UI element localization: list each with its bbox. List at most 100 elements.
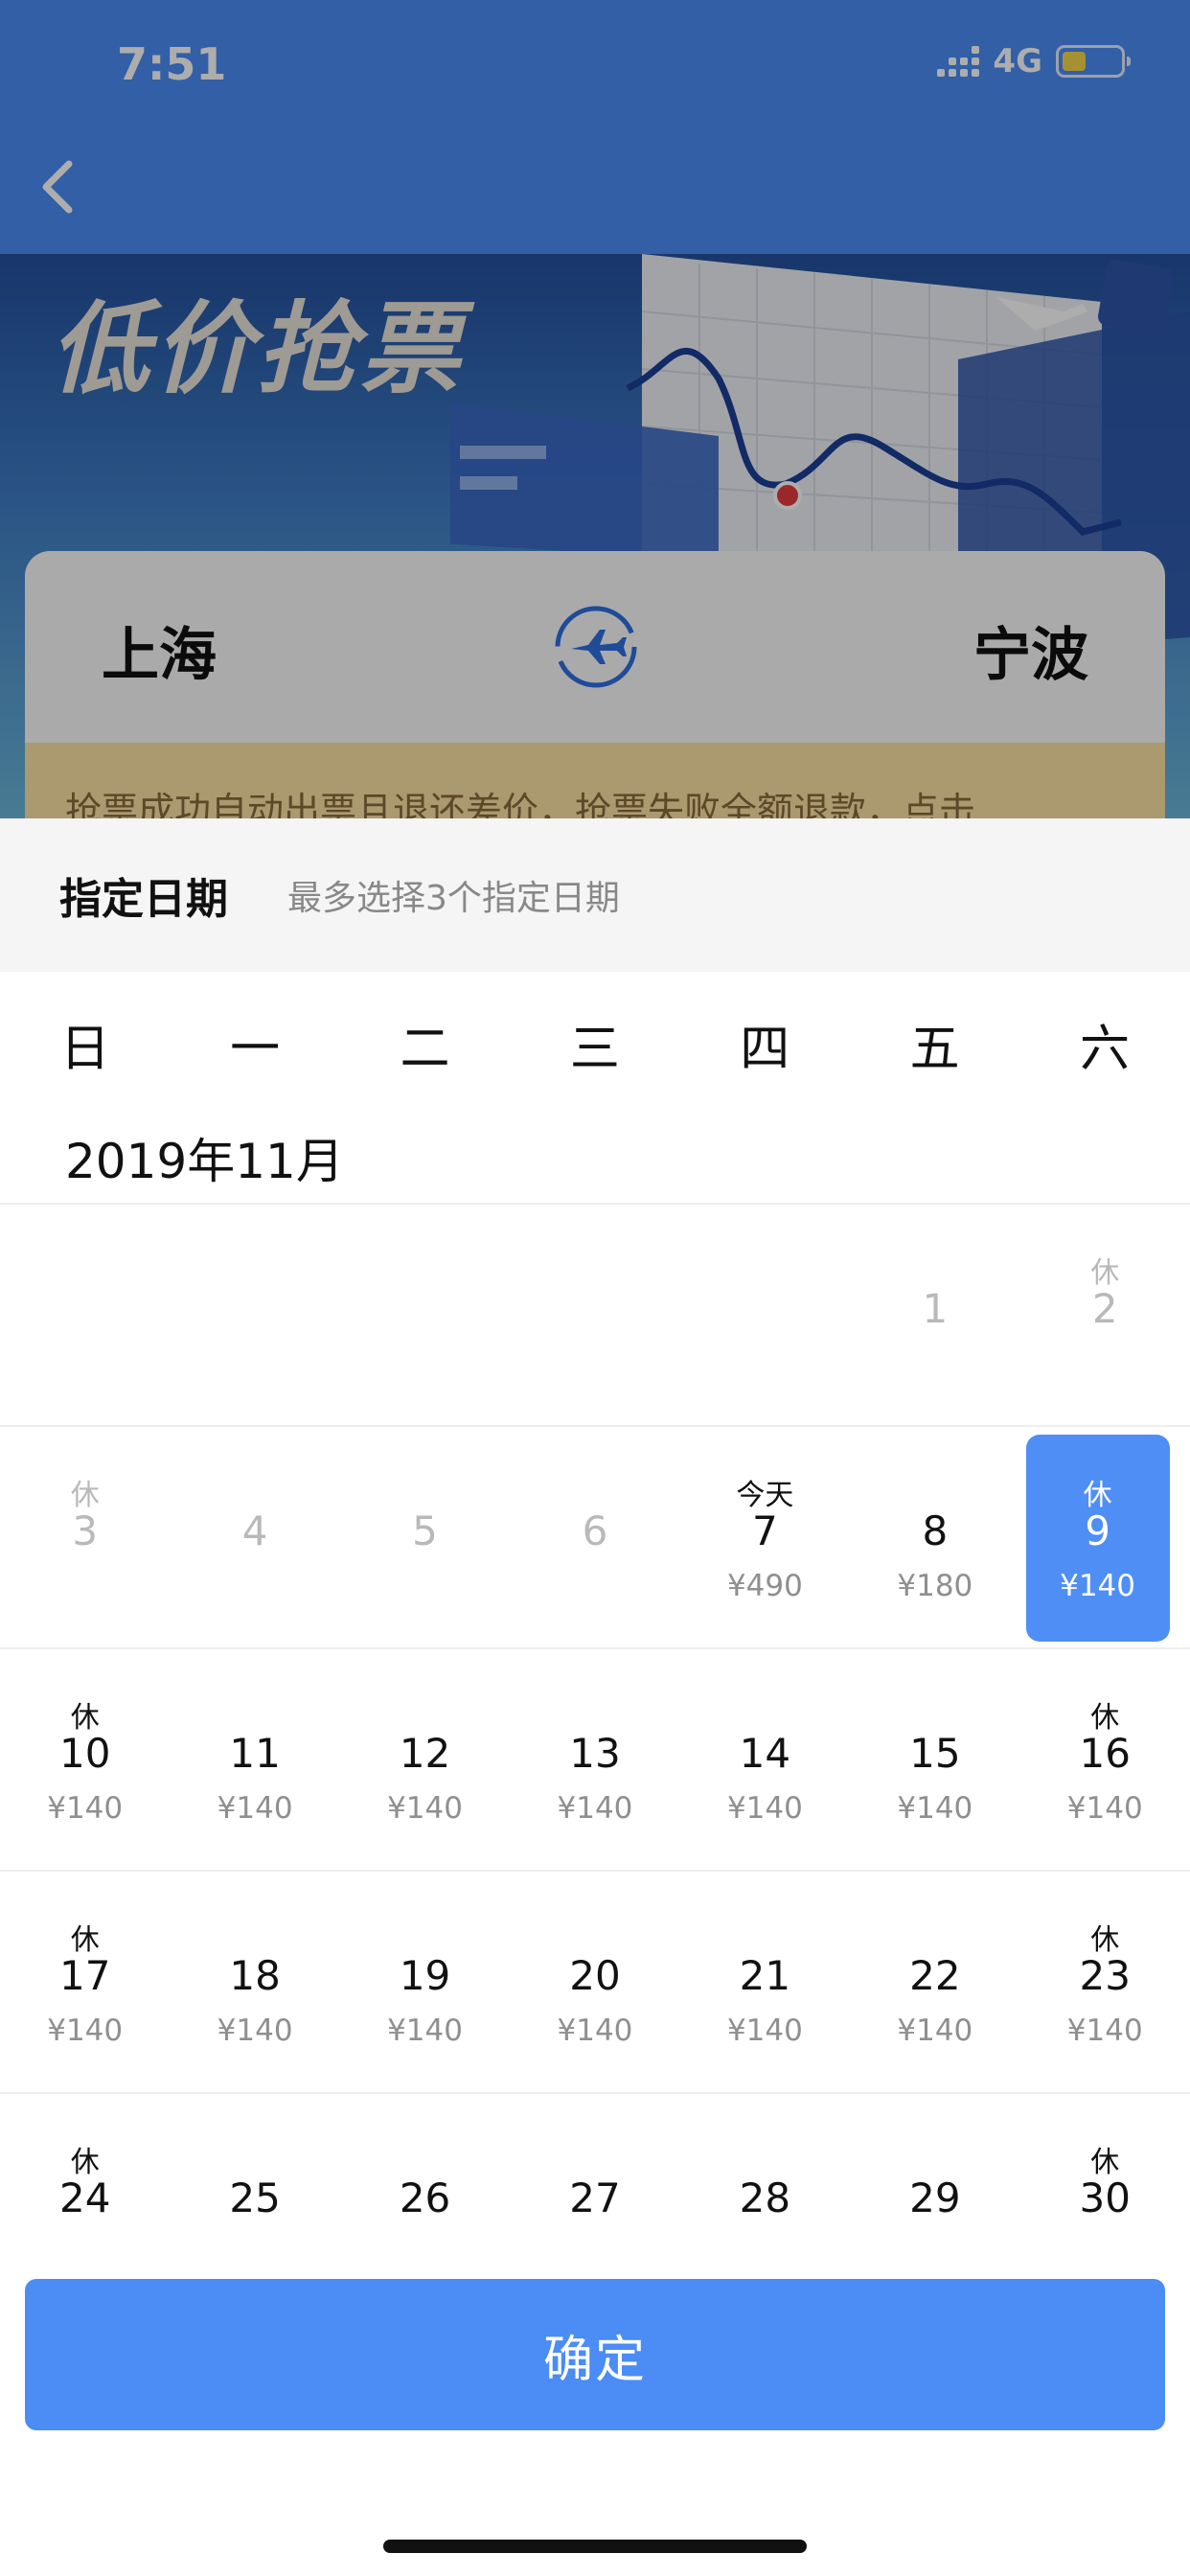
day-cell-body: 13 ¥140 xyxy=(510,1649,679,1872)
day-number: 17 xyxy=(58,1952,111,1999)
day-number: 19 xyxy=(399,1952,451,1999)
day-number: 20 xyxy=(569,1952,621,1999)
confirm-button[interactable]: 确定 xyxy=(25,2279,1165,2430)
calendar-grid: 1 休 2 休 3 4 5 6 今天 7 ¥490 8 ¥180 休 9 ¥140 休 10 ¥140 11 ¥140 1… xyxy=(0,1203,1190,2241)
day-cell-body: 休 16 ¥140 xyxy=(1020,1649,1190,1872)
calendar-day[interactable]: 15 ¥140 xyxy=(850,1649,1019,1872)
day-number: 10 xyxy=(58,1730,111,1777)
day-price: ¥490 xyxy=(726,1569,803,1603)
calendar-day[interactable]: 22 ¥140 xyxy=(850,1872,1019,2094)
calendar-day[interactable]: 12 ¥140 xyxy=(340,1649,510,1872)
day-cell-body: 休24¥140 xyxy=(0,2094,170,2241)
day-number: 4 xyxy=(241,1507,268,1554)
weekday-header: 日 一 二 三 四 五 六 xyxy=(0,972,1190,1116)
weekday-label: 六 xyxy=(1080,1020,1131,1078)
calendar-day[interactable]: 19 ¥140 xyxy=(340,1872,510,2094)
day-price: ¥140 xyxy=(217,1791,293,1826)
modal-overlay[interactable] xyxy=(0,0,1190,818)
day-cell-body: 6 xyxy=(510,1427,679,1649)
day-price: ¥140 xyxy=(47,2013,124,2048)
calendar-day[interactable]: 休30¥140 xyxy=(1020,2094,1190,2241)
calendar-week-row: 1 休2 xyxy=(0,1205,1190,1427)
day-number: 18 xyxy=(229,1952,281,1999)
day-cell-body: 8 ¥180 xyxy=(850,1427,1019,1649)
date-picker-title: 指定日期 xyxy=(59,875,228,924)
day-number: 29 xyxy=(909,2174,961,2221)
calendar-day: 4 xyxy=(170,1427,339,1649)
calendar-day[interactable]: 休 23 ¥140 xyxy=(1020,1872,1190,2094)
weekday-label: 日 xyxy=(59,1020,110,1078)
day-cell-body: 15 ¥140 xyxy=(850,1649,1019,1872)
day-number: 24 xyxy=(58,2174,111,2221)
calendar-week-row: 休 10 ¥140 11 ¥140 12 ¥140 13 ¥140 14 ¥140 15 ¥140 休 16… xyxy=(0,1649,1190,1872)
calendar-day: 1 xyxy=(850,1205,1019,1427)
day-number: 27 xyxy=(569,2174,621,2221)
calendar-day: 5 xyxy=(340,1427,510,1649)
weekday-label: 五 xyxy=(909,1020,960,1078)
day-number: 28 xyxy=(739,2174,791,2221)
calendar-day[interactable]: 21 ¥140 xyxy=(680,1872,850,2094)
day-cell-body: 4 xyxy=(170,1427,339,1649)
calendar-day: 休2 xyxy=(1020,1205,1190,1427)
day-number: 16 xyxy=(1079,1730,1131,1777)
calendar-week-row: 休 3 4 5 6 今天 7 ¥490 8 ¥180 休 9 ¥140 xyxy=(0,1427,1190,1649)
day-cell-body: 休 23 ¥140 xyxy=(1020,1872,1190,2094)
calendar-day[interactable]: 休 16 ¥140 xyxy=(1020,1649,1190,1872)
calendar-day[interactable]: 今天 7 ¥490 xyxy=(680,1427,850,1649)
day-cell-body: 休 17 ¥140 xyxy=(0,1872,170,2094)
day-price: ¥140 xyxy=(897,2013,973,2048)
day-cell-body: 11 ¥140 xyxy=(170,1649,339,1872)
day-cell-body: 26¥140 xyxy=(340,2094,510,2241)
day-cell-body: 休 9 ¥140 xyxy=(1025,1435,1170,1642)
day-cell-body: 21 ¥140 xyxy=(680,1872,850,2094)
day-number: 7 xyxy=(752,1507,778,1554)
date-picker-hint: 最多选择3个指定日期 xyxy=(287,879,620,918)
calendar-day-selected[interactable]: 休 9 ¥140 xyxy=(1020,1427,1190,1649)
day-number: 15 xyxy=(909,1730,961,1777)
day-cell-body: 25¥140 xyxy=(170,2094,339,2241)
day-price: ¥140 xyxy=(1066,1791,1143,1826)
calendar-day[interactable]: 14 ¥140 xyxy=(680,1649,850,1872)
calendar-day[interactable]: 28¥140 xyxy=(680,2094,850,2241)
calendar-day[interactable]: 26¥140 xyxy=(340,2094,510,2241)
date-picker-header: 指定日期 最多选择3个指定日期 xyxy=(0,818,1190,972)
day-number: 12 xyxy=(399,1730,451,1777)
calendar-day: 休3 xyxy=(0,1427,170,1649)
day-number: 25 xyxy=(229,2174,281,2221)
day-cell-body: 20 ¥140 xyxy=(510,1872,679,2094)
day-cell-body: 22 ¥140 xyxy=(850,1872,1019,2094)
day-cell-body: 29¥140 xyxy=(850,2094,1019,2241)
day-price: ¥140 xyxy=(387,1791,463,1826)
day-cell-body: 休3 xyxy=(0,1427,170,1649)
day-number: 3 xyxy=(72,1507,99,1554)
calendar-day[interactable]: 29¥140 xyxy=(850,2094,1019,2241)
day-number: 22 xyxy=(909,1952,961,1999)
day-cell-body: 12 ¥140 xyxy=(340,1649,510,1872)
calendar-day[interactable]: 休 10 ¥140 xyxy=(0,1649,170,1872)
day-number: 14 xyxy=(739,1730,791,1777)
calendar-day[interactable]: 休24¥140 xyxy=(0,2094,170,2241)
calendar-day[interactable]: 休 17 ¥140 xyxy=(0,1872,170,2094)
day-number: 30 xyxy=(1079,2174,1131,2221)
calendar-day[interactable]: 20 ¥140 xyxy=(510,1872,679,2094)
calendar-day[interactable]: 8 ¥180 xyxy=(850,1427,1019,1649)
day-cell-body: 休 10 ¥140 xyxy=(0,1649,170,1872)
day-cell-body: 休2 xyxy=(1020,1205,1190,1427)
calendar-day[interactable]: 25¥140 xyxy=(170,2094,339,2241)
day-number: 11 xyxy=(229,1730,281,1777)
day-number: 2 xyxy=(1091,1285,1118,1332)
day-cell-body: 18 ¥140 xyxy=(170,1872,339,2094)
weekday-label: 二 xyxy=(400,1020,450,1078)
weekday-label: 四 xyxy=(740,1020,790,1078)
day-number: 5 xyxy=(412,1507,438,1554)
weekday-label: 一 xyxy=(230,1020,281,1078)
calendar-day[interactable]: 27¥140 xyxy=(510,2094,679,2241)
day-cell-body: 今天 7 ¥490 xyxy=(680,1427,850,1649)
day-cell-body: 5 xyxy=(340,1427,510,1649)
calendar-day[interactable]: 11 ¥140 xyxy=(170,1649,339,1872)
home-indicator xyxy=(383,2540,807,2553)
calendar-day: 6 xyxy=(510,1427,679,1649)
calendar-day[interactable]: 18 ¥140 xyxy=(170,1872,339,2094)
calendar-day[interactable]: 13 ¥140 xyxy=(510,1649,679,1872)
day-price: ¥180 xyxy=(897,1569,973,1603)
